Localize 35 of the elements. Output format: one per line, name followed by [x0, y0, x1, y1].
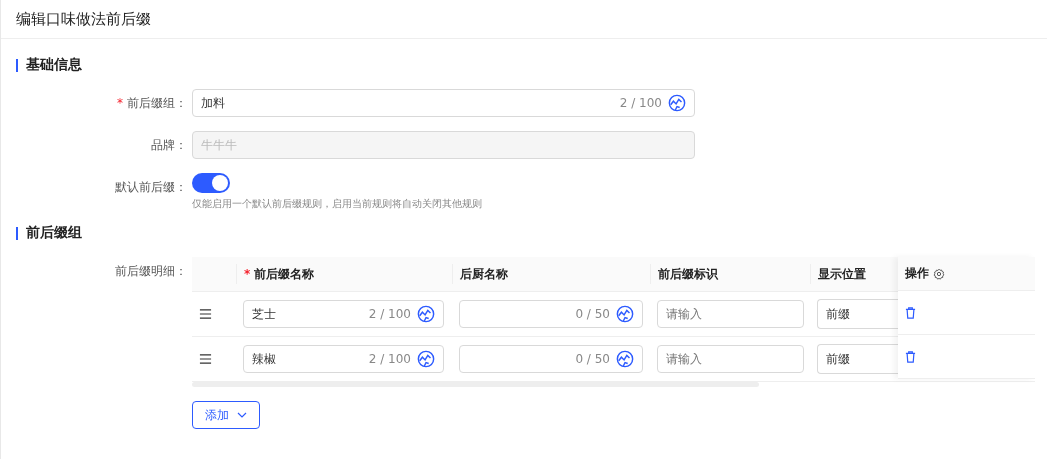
- required-mark: *: [117, 95, 123, 112]
- delete-icon[interactable]: [905, 306, 916, 319]
- delete-icon[interactable]: [905, 350, 916, 363]
- globe-icon[interactable]: [417, 305, 435, 323]
- section-title: 基础信息: [26, 56, 82, 74]
- globe-icon[interactable]: [616, 305, 634, 323]
- input-field[interactable]: 请输入: [657, 345, 804, 373]
- text-field[interactable]: 芝士 2 / 100: [243, 300, 444, 328]
- add-button[interactable]: 添加: [192, 401, 260, 429]
- globe-icon[interactable]: [668, 94, 686, 112]
- globe-icon[interactable]: [417, 350, 435, 368]
- field-label: 默认前后缀：: [115, 179, 187, 196]
- page-title: 编辑口味做法前后缀: [16, 9, 151, 29]
- toggle-switch[interactable]: [192, 173, 230, 193]
- hint-text: 仅能启用一个默认前后缀规则，启用当前规则将自动关闭其他规则: [192, 197, 483, 211]
- settings-icon[interactable]: [933, 267, 945, 280]
- text-field[interactable]: 0 / 50: [459, 300, 643, 328]
- input-field[interactable]: 请输入: [657, 300, 804, 328]
- caret-icon: [237, 412, 247, 418]
- column-header: 操作: [905, 265, 929, 282]
- section-title: 前后缀组: [26, 224, 82, 242]
- field-label: 前后缀明细：: [115, 263, 187, 280]
- drag-handle-icon[interactable]: [199, 308, 212, 320]
- text-field[interactable]: 加料 2 / 100: [192, 89, 695, 117]
- required-mark: *: [244, 267, 251, 281]
- text-field[interactable]: 0 / 50: [459, 345, 643, 373]
- column-header: 前后缀标识: [658, 265, 718, 283]
- field-label: 前后缀组：: [127, 95, 187, 112]
- column-header: 后厨名称: [460, 265, 508, 283]
- column-header: 前后缀名称: [254, 265, 315, 283]
- text-field[interactable]: 辣椒 2 / 100: [243, 345, 444, 373]
- drag-handle-icon[interactable]: [199, 353, 212, 365]
- field-label: 品牌：: [151, 137, 187, 154]
- column-header: 显示位置: [818, 265, 866, 283]
- globe-icon[interactable]: [616, 350, 634, 368]
